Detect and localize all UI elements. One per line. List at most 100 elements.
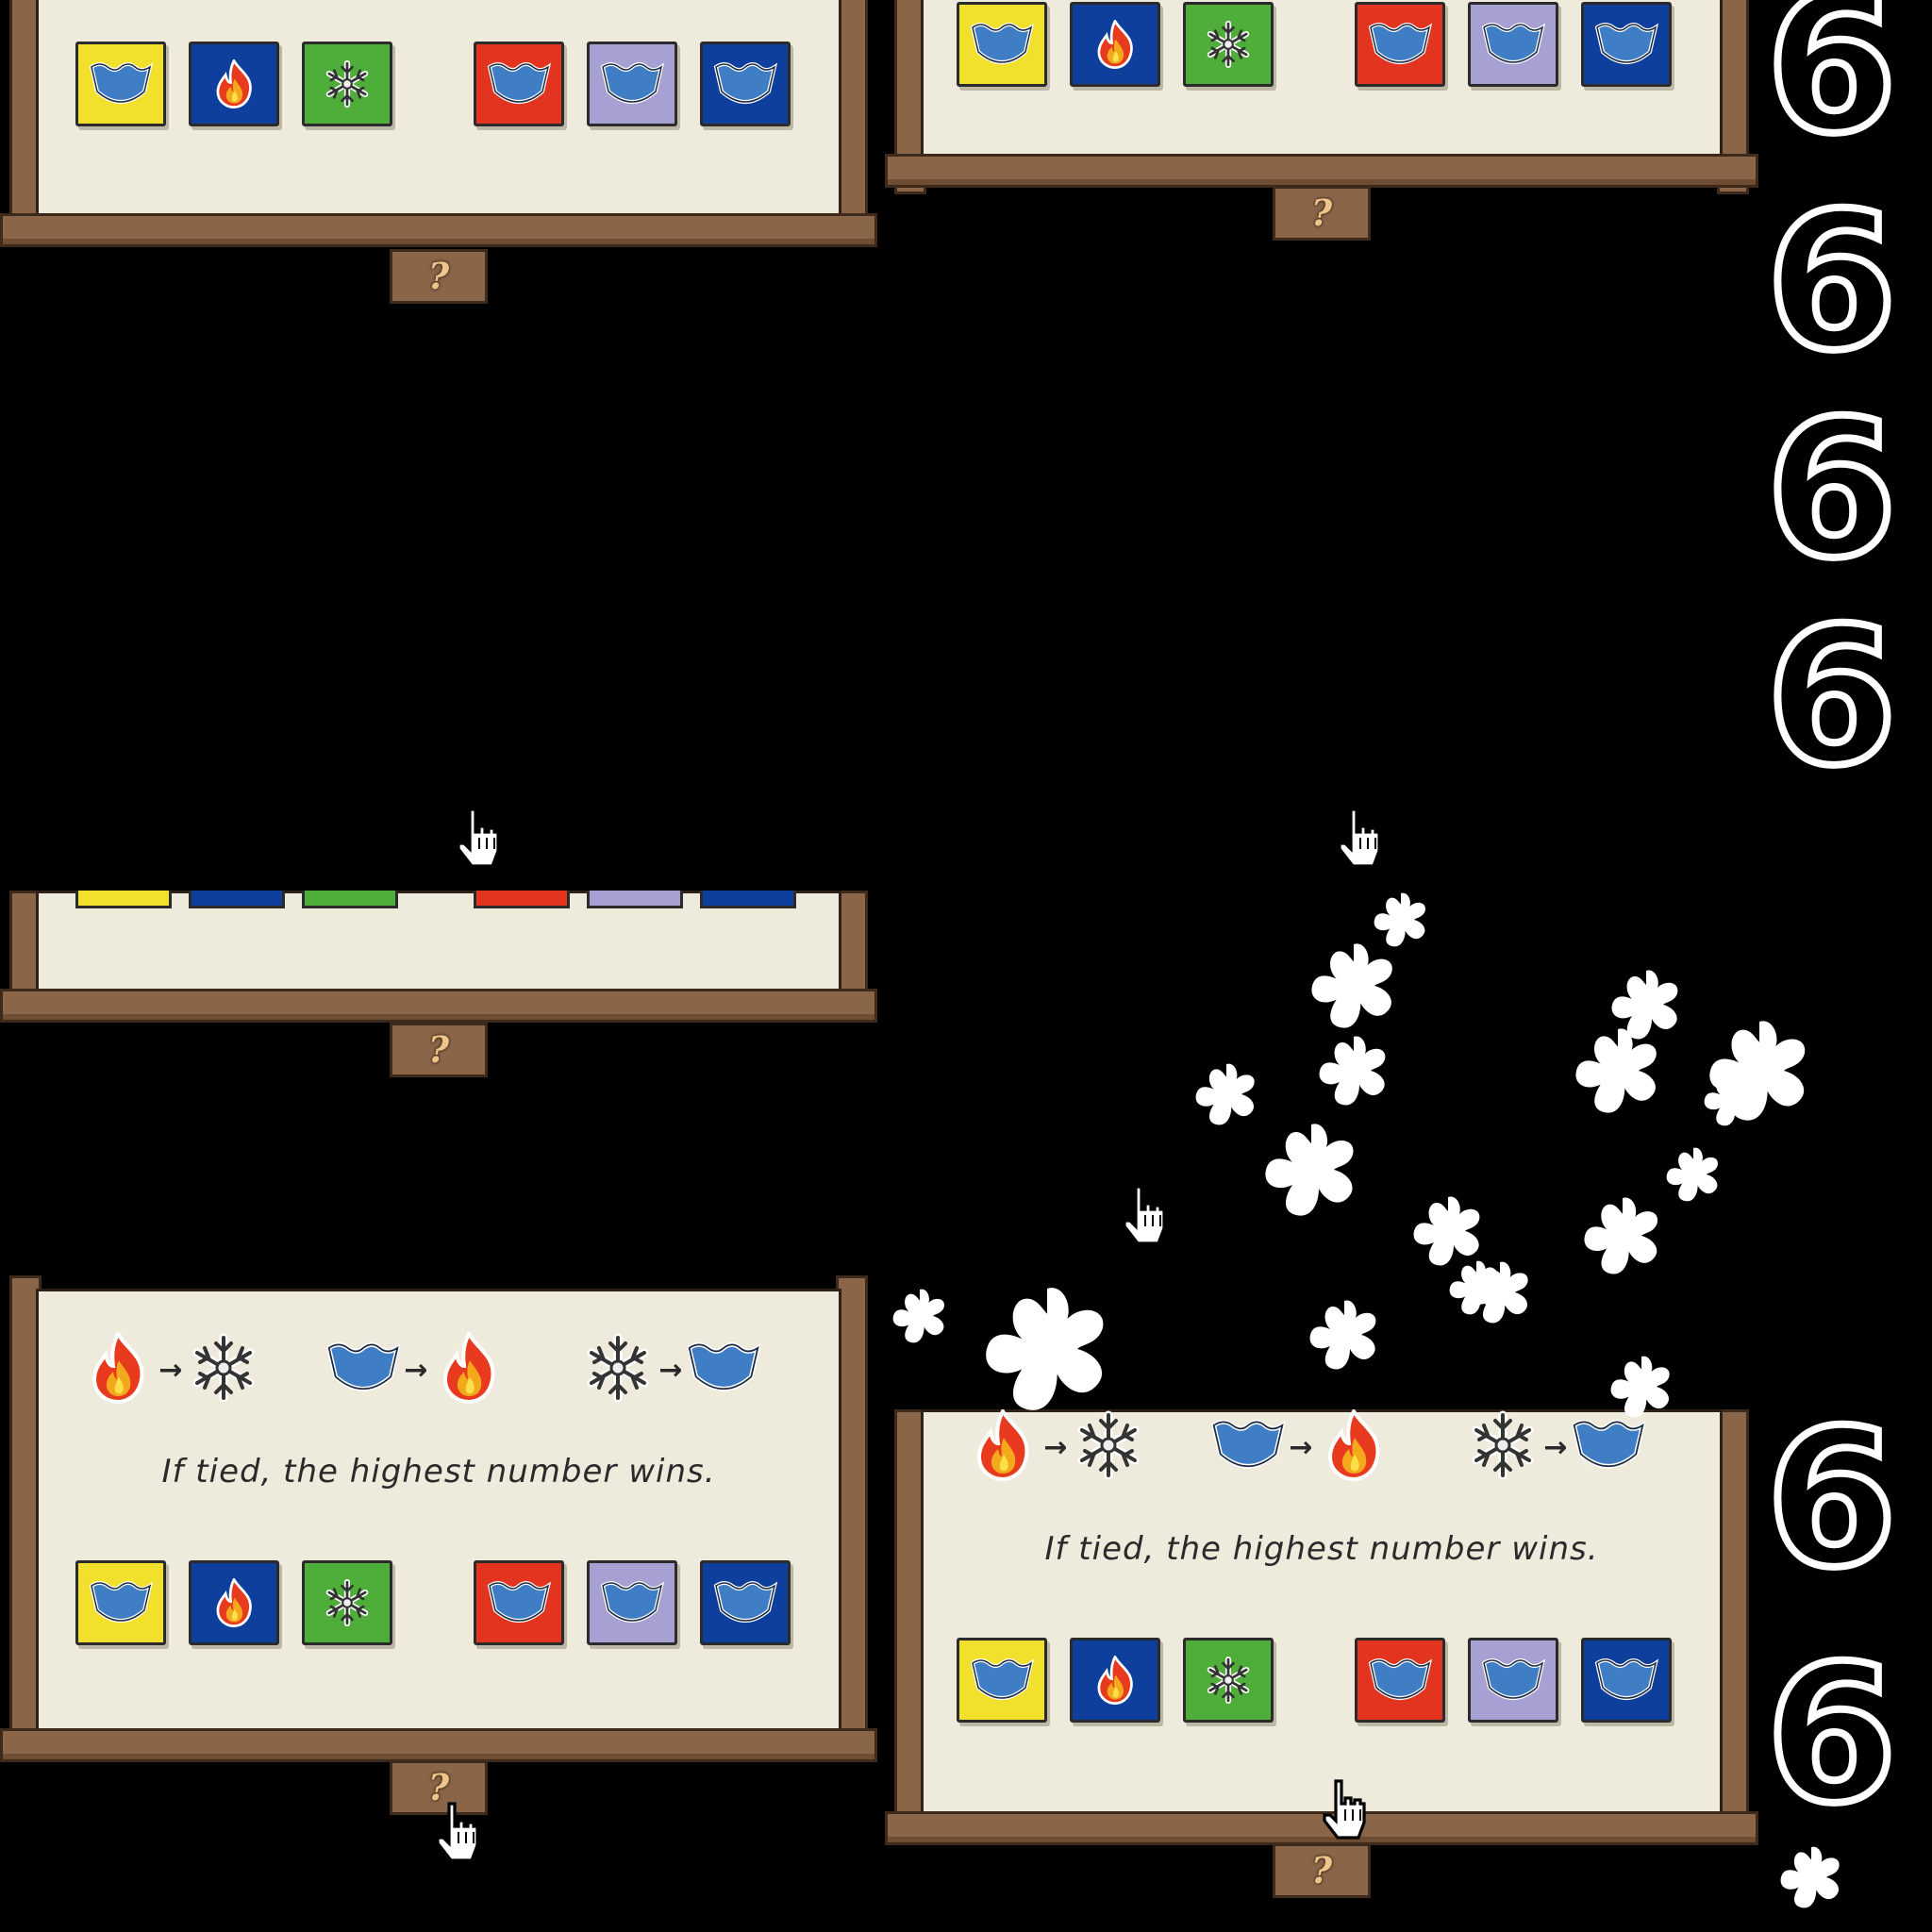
snowflake-icon	[1195, 20, 1261, 69]
water-icon	[712, 59, 778, 108]
help-button[interactable]: ?	[390, 1023, 488, 1077]
splat-particle	[887, 1283, 953, 1349]
rule-snow-beats-water: →	[579, 1332, 762, 1407]
water-icon	[1209, 1409, 1287, 1481]
tile-water-red	[1355, 1638, 1445, 1723]
score-digit: 6	[1762, 173, 1901, 392]
arrow-icon: →	[1289, 1430, 1313, 1464]
board-rail	[0, 989, 877, 1023]
tile-fire-blue	[189, 1560, 279, 1645]
splat-particle	[1604, 1349, 1679, 1424]
splat-particle	[1443, 1255, 1509, 1321]
pointer-hand-icon	[434, 1802, 483, 1868]
splat-particle	[1698, 1066, 1764, 1132]
water-icon	[486, 1578, 552, 1627]
snowflake-icon	[1464, 1409, 1541, 1481]
rule-water-beats-fire: →	[1209, 1409, 1392, 1485]
splat-particle	[1660, 1141, 1726, 1208]
help-button[interactable]: ?	[1273, 1843, 1371, 1898]
tile-edge	[700, 891, 796, 908]
splat-particle	[1774, 1840, 1849, 1915]
tile-water-yellow	[957, 1638, 1047, 1723]
splat-particle	[1255, 1113, 1368, 1226]
score-digit: 6	[1762, 1625, 1901, 1845]
pointer-hand-icon	[1321, 1779, 1370, 1845]
rules-board-2: ?	[885, 0, 1758, 269]
tile-edge	[474, 891, 570, 908]
splat-particle	[1311, 1028, 1396, 1113]
water-icon	[1367, 1656, 1433, 1705]
tie-rule-text: If tied, the highest number wins.	[161, 1453, 716, 1491]
snowflake-icon	[1195, 1656, 1261, 1705]
splat-particle	[1302, 1292, 1387, 1377]
rule-water-beats-fire: →	[325, 1332, 508, 1407]
help-button[interactable]: ?	[1273, 186, 1371, 241]
rules-board-4: ? → → → If tied, the highest number wins…	[0, 1275, 877, 1823]
tie-rule-text: If tied, the highest number wins.	[1044, 1530, 1599, 1568]
score-digit: 6	[1762, 380, 1901, 600]
tile-snow-green	[302, 1560, 392, 1645]
tile-snow-green	[1183, 1638, 1274, 1723]
tile-water-red	[1355, 2, 1445, 87]
fire-icon	[430, 1332, 508, 1404]
tile-water-purple	[1468, 1638, 1558, 1723]
tile-water-darkblue	[1581, 2, 1672, 87]
arrow-icon: →	[158, 1353, 183, 1387]
tile-water-yellow	[75, 42, 166, 126]
tile-fire-blue	[1070, 2, 1160, 87]
water-icon	[1480, 1656, 1546, 1705]
water-icon	[599, 1578, 665, 1627]
score-digit: 6	[1762, 0, 1901, 175]
score-digit: 6	[1762, 1390, 1901, 1609]
pointer-hand-icon	[455, 808, 504, 874]
snowflake-icon	[314, 1578, 380, 1627]
tile-edge	[302, 891, 398, 908]
fire-icon	[201, 59, 267, 108]
tile-fire-blue	[1070, 1638, 1160, 1723]
tile-water-red	[474, 42, 564, 126]
arrow-icon: →	[1043, 1430, 1068, 1464]
arrow-icon: →	[404, 1353, 428, 1387]
fire-icon	[1315, 1409, 1392, 1481]
arrow-icon: →	[658, 1353, 683, 1387]
snowflake-icon	[579, 1332, 657, 1404]
water-icon	[685, 1332, 762, 1404]
splat-particle	[1189, 1057, 1264, 1132]
water-icon	[486, 59, 552, 108]
water-icon	[969, 1656, 1035, 1705]
rules-board-1: ?	[0, 0, 877, 304]
help-button[interactable]: ?	[390, 249, 488, 304]
tile-water-darkblue	[700, 1560, 791, 1645]
water-icon	[969, 20, 1035, 69]
tile-water-red	[474, 1560, 564, 1645]
tile-snow-green	[302, 42, 392, 126]
snowflake-icon	[185, 1332, 262, 1404]
rules-board-3: ?	[0, 891, 877, 1079]
water-icon	[1480, 20, 1546, 69]
tile-fire-blue	[189, 42, 279, 126]
tile-snow-green	[1183, 2, 1274, 87]
water-icon	[88, 59, 154, 108]
snowflake-icon	[314, 59, 380, 108]
tile-water-purple	[587, 1560, 677, 1645]
board-rail	[885, 154, 1758, 188]
fire-icon	[1082, 1656, 1148, 1705]
splat-particle	[972, 1274, 1123, 1424]
board-rail	[0, 1728, 877, 1762]
tile-water-yellow	[957, 2, 1047, 87]
water-icon	[1593, 20, 1659, 69]
water-icon	[1367, 20, 1433, 69]
tile-water-purple	[587, 42, 677, 126]
tile-edge	[587, 891, 683, 908]
rules-board-5: ? → → → If tied, the highest number wins…	[885, 1409, 1758, 1932]
fire-icon	[1082, 20, 1148, 69]
tile-water-purple	[1468, 2, 1558, 87]
tile-water-darkblue	[700, 42, 791, 126]
water-icon	[599, 59, 665, 108]
fire-icon	[79, 1332, 157, 1404]
splat-particle	[1604, 962, 1689, 1047]
tile-water-darkblue	[1581, 1638, 1672, 1723]
board-rail	[0, 213, 877, 247]
rule-fire-beats-snow: →	[79, 1332, 262, 1407]
tile-edge	[189, 891, 285, 908]
